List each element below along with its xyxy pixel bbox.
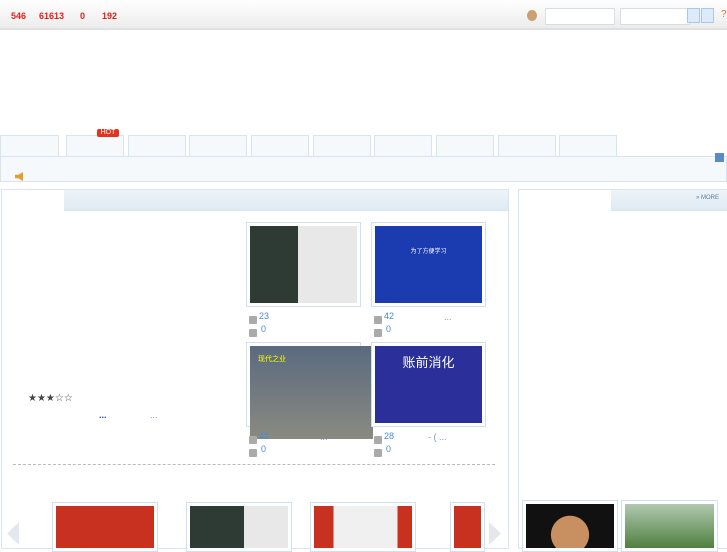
sub-nav-bar xyxy=(0,156,727,182)
video-thumb-4[interactable]: 账前消化 xyxy=(371,342,486,427)
main-panel-header xyxy=(64,190,508,211)
nav-tab-3[interactable] xyxy=(128,135,186,156)
video-thumb-2[interactable]: 为了方便学习 xyxy=(371,222,486,307)
play-icon xyxy=(374,316,382,324)
stat-3: 0 xyxy=(80,11,86,21)
side-panel: » MORE xyxy=(518,189,727,549)
stat-2: 61613 xyxy=(39,11,65,21)
side-panel-header: » MORE xyxy=(611,190,727,211)
comment-count: 0 xyxy=(386,324,392,334)
toggle-icon[interactable] xyxy=(715,153,724,162)
more-link-1[interactable]: ... xyxy=(99,410,107,420)
video-title[interactable]: - ( ... xyxy=(428,432,447,442)
video-title[interactable]: ... xyxy=(320,432,328,442)
comment-icon xyxy=(249,329,257,337)
register-button[interactable] xyxy=(701,8,714,23)
comment-icon xyxy=(374,449,382,457)
side-thumb-2[interactable] xyxy=(621,500,718,552)
stat-1: 546 xyxy=(11,11,27,21)
play-count: 23 xyxy=(259,311,270,321)
nav-tab-5[interactable] xyxy=(251,135,309,156)
play-count: 42 xyxy=(259,431,270,441)
nav-tab-7[interactable] xyxy=(374,135,432,156)
help-link[interactable]: ? xyxy=(721,9,727,20)
nav-tab-4[interactable] xyxy=(189,135,247,156)
comment-icon xyxy=(249,449,257,457)
password-input[interactable] xyxy=(620,8,690,25)
nav-tab-6[interactable] xyxy=(313,135,371,156)
login-button[interactable] xyxy=(687,8,700,23)
play-icon xyxy=(374,436,382,444)
comment-count: 0 xyxy=(261,444,267,454)
side-thumb-1[interactable] xyxy=(522,500,618,552)
play-count: 28 xyxy=(384,431,395,441)
video-title[interactable]: ... xyxy=(444,312,452,322)
video-thumb-3[interactable]: 现代之业 xyxy=(246,342,373,439)
nav-tab-1[interactable] xyxy=(0,135,59,156)
more-link-2[interactable]: ... xyxy=(150,410,158,420)
user-avatar-icon xyxy=(527,10,537,21)
more-link[interactable]: » MORE xyxy=(696,195,719,201)
video-thumb-1[interactable] xyxy=(246,222,361,307)
comment-count: 0 xyxy=(261,324,267,334)
nav-tab-8[interactable] xyxy=(436,135,494,156)
nav-tab-10[interactable] xyxy=(559,135,617,156)
username-input[interactable] xyxy=(545,8,615,25)
star-rating: ★★★☆☆ xyxy=(28,393,73,404)
comment-count: 0 xyxy=(386,444,392,454)
play-icon xyxy=(249,436,257,444)
comment-icon xyxy=(374,329,382,337)
nav-tab-9[interactable] xyxy=(498,135,556,156)
play-count: 42 xyxy=(384,311,395,321)
divider xyxy=(13,464,495,465)
stat-4: 192 xyxy=(102,11,118,21)
play-icon xyxy=(249,316,257,324)
nav-tab-2[interactable] xyxy=(66,135,124,156)
hot-badge: HOT xyxy=(97,129,119,137)
